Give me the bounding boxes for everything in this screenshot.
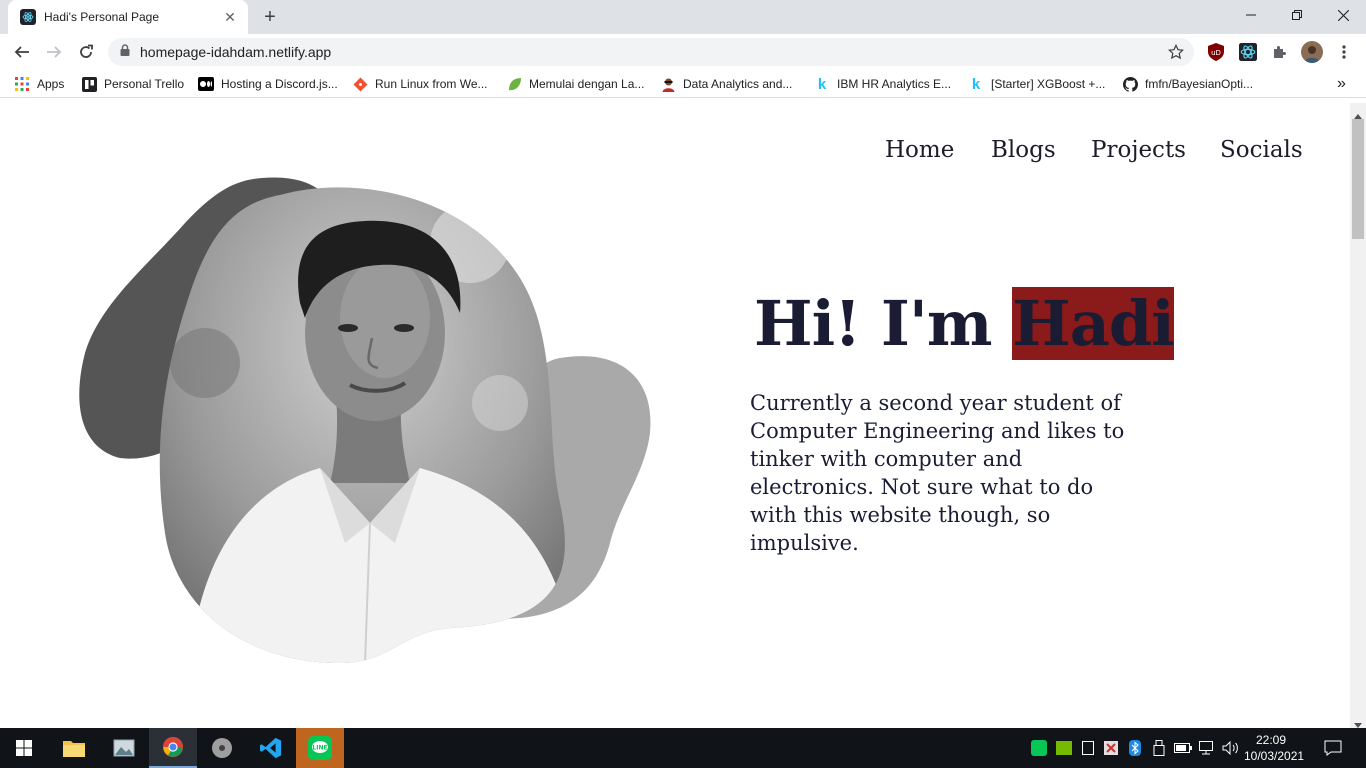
bookmark-label: IBM HR Analytics E... — [837, 77, 952, 91]
reload-icon[interactable] — [74, 40, 98, 64]
bookmark-item[interactable]: fmfn/BayesianOpti... — [1122, 75, 1253, 93]
chrome-taskbar-icon[interactable] — [149, 728, 197, 768]
tab-close-icon[interactable]: ✕ — [222, 9, 238, 26]
line-tray-icon[interactable] — [1030, 739, 1048, 757]
network-icon[interactable] — [1199, 739, 1217, 757]
profile-avatar[interactable] — [1301, 41, 1323, 63]
extensions-puzzle-icon[interactable] — [1270, 42, 1290, 62]
bookmarks-overflow-button[interactable]: » — [1337, 75, 1346, 93]
tray-app-icon[interactable] — [1079, 739, 1097, 757]
svg-text:uD: uD — [1211, 49, 1221, 57]
file-explorer-icon[interactable] — [50, 728, 98, 768]
bookmark-item[interactable]: k IBM HR Analytics E... — [814, 75, 951, 93]
security-tray-icon[interactable] — [1102, 739, 1120, 757]
bookmark-label: Personal Trello — [104, 77, 185, 91]
browser-tab[interactable]: Hadi's Personal Page ✕ — [8, 0, 248, 34]
system-clock[interactable]: 22:09 10/03/2021 — [1244, 732, 1305, 764]
battery-icon[interactable] — [1174, 739, 1192, 757]
browser-toolbar: homepage-idahdam.netlify.app uD — [0, 34, 1366, 70]
nvidia-tray-icon[interactable] — [1055, 739, 1073, 757]
nav-projects-link[interactable]: Projects — [1091, 137, 1186, 163]
kaggle-icon: k — [971, 75, 981, 93]
browser-menu-icon[interactable] — [1334, 42, 1354, 62]
trello-icon — [81, 76, 97, 92]
scrollbar-thumb[interactable] — [1352, 119, 1364, 239]
tab-title: Hadi's Personal Page — [44, 10, 160, 24]
bookmark-label: Hosting a Discord.js... — [221, 77, 338, 91]
bookmark-item[interactable]: Memulai dengan La... — [506, 75, 644, 93]
ublock-icon[interactable]: uD — [1206, 42, 1226, 62]
volume-icon[interactable] — [1222, 739, 1240, 757]
media-app-icon[interactable] — [198, 728, 246, 768]
tab-strip: Hadi's Personal Page ✕ + — [0, 0, 1366, 34]
bookmark-label: Run Linux from We... — [375, 77, 488, 91]
bookmark-label: Data Analytics and... — [683, 77, 793, 91]
medium-icon — [198, 76, 214, 92]
bookmark-label: fmfn/BayesianOpti... — [1145, 77, 1254, 91]
git-icon — [352, 76, 368, 92]
url-text: homepage-idahdam.netlify.app — [140, 44, 332, 60]
bluetooth-icon[interactable] — [1126, 739, 1144, 757]
back-icon[interactable] — [10, 40, 34, 64]
bookmark-label: [Starter] XGBoost +... — [991, 77, 1106, 91]
close-window-icon[interactable] — [1320, 0, 1366, 30]
bookmark-item[interactable]: Run Linux from We... — [352, 75, 488, 93]
nav-blogs-link[interactable]: Blogs — [991, 137, 1056, 163]
minimize-window-icon[interactable] — [1228, 0, 1274, 30]
hero-greeting: Hi! I'm — [754, 287, 1013, 360]
photos-app-icon[interactable] — [100, 728, 148, 768]
github-icon — [1122, 76, 1138, 92]
nav-socials-link[interactable]: Socials — [1220, 137, 1303, 163]
notifications-icon[interactable] — [1324, 739, 1342, 757]
bookmark-item[interactable]: Apps — [14, 75, 64, 93]
forward-icon[interactable] — [42, 40, 66, 64]
bookmark-label: Apps — [37, 77, 65, 91]
apps-grid-icon — [14, 76, 30, 92]
bookmarks-bar: Apps Personal Trello Hosting a Discord.j… — [0, 70, 1366, 98]
leaf-icon — [506, 76, 522, 92]
bookmark-star-icon[interactable] — [1167, 43, 1185, 65]
clock-time: 22:09 — [1255, 733, 1287, 747]
bookmark-label: Memulai dengan La... — [529, 77, 645, 91]
restore-window-icon[interactable] — [1274, 0, 1320, 30]
windows-start-icon[interactable] — [0, 728, 48, 768]
hero-heading: Hi! I'm Hadi — [754, 287, 1175, 360]
usb-icon[interactable] — [1150, 739, 1168, 757]
svg-text:LINE: LINE — [312, 745, 327, 752]
hero-description: Currently a second year student of Compu… — [750, 391, 1125, 555]
kaggle-icon: k — [817, 75, 827, 93]
avatar-icon — [660, 76, 676, 92]
nav-home-link[interactable]: Home — [885, 137, 954, 163]
react-devtools-icon[interactable] — [1238, 42, 1258, 62]
bookmark-item[interactable]: Data Analytics and... — [660, 75, 792, 93]
clock-date: 10/03/2021 — [1244, 749, 1305, 763]
page-viewport: Home Blogs Projects Socials Hi! I'm Hadi… — [0, 103, 1350, 728]
page-scrollbar[interactable] — [1350, 103, 1366, 728]
portrait-photo — [159, 187, 565, 663]
hero-illustration — [79, 177, 651, 663]
bookmark-item[interactable]: Hosting a Discord.js... — [198, 75, 338, 93]
bookmark-item[interactable]: k [Starter] XGBoost +... — [968, 75, 1106, 93]
line-app-icon[interactable]: LINE — [296, 728, 344, 768]
vscode-icon[interactable] — [247, 728, 295, 768]
hero-name-highlight: Hadi — [1012, 287, 1175, 360]
react-favicon-icon — [20, 9, 36, 25]
new-tab-button[interactable]: + — [258, 6, 282, 30]
bookmark-item[interactable]: Personal Trello — [81, 75, 184, 93]
address-bar[interactable]: homepage-idahdam.netlify.app — [108, 38, 1194, 66]
windows-taskbar: LINE 22:09 10/03/2021 — [0, 728, 1366, 768]
lock-icon — [120, 43, 130, 61]
